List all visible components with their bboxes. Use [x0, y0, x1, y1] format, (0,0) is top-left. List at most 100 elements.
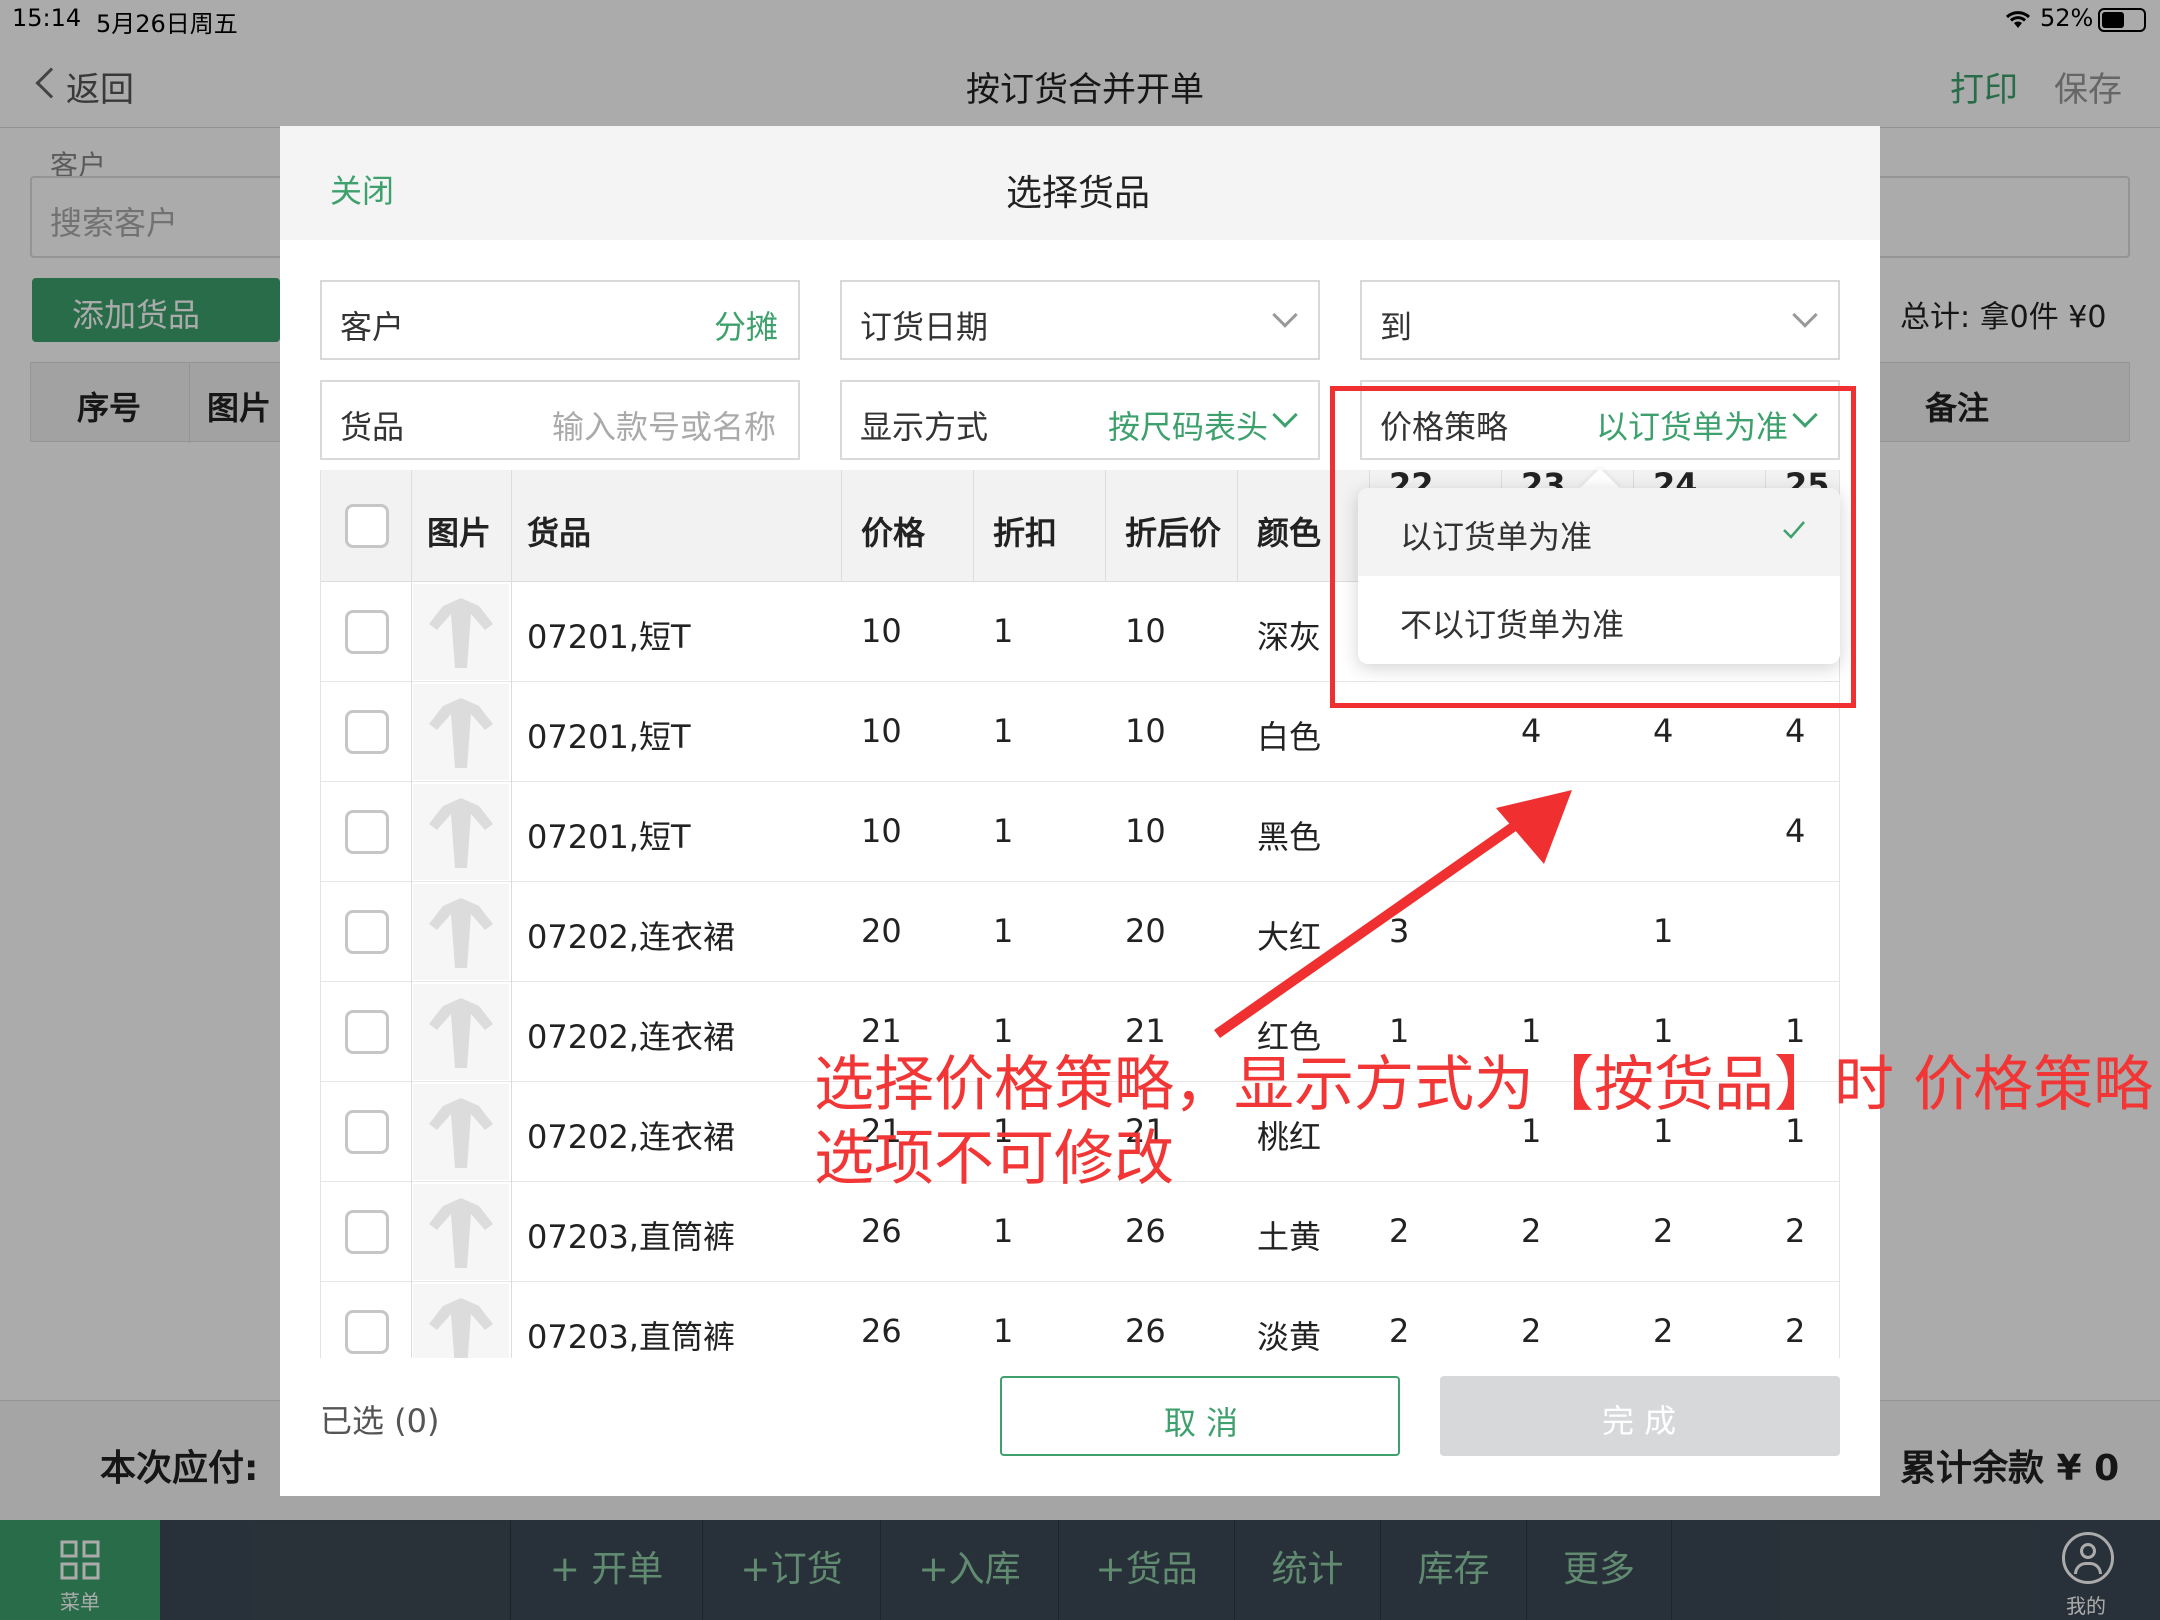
cell-discount: 1: [993, 712, 1014, 750]
modal-header: 关闭 选择货品: [280, 126, 1880, 240]
cell-s24: 1: [1653, 1012, 1674, 1050]
table-row[interactable]: 07201,短T10110黑色94: [321, 782, 1839, 882]
cell-goods: 07203,直筒裤: [527, 1318, 735, 1356]
done-button[interactable]: 完 成: [1440, 1376, 1840, 1456]
cell-s25: 2: [1785, 1312, 1806, 1350]
chevron-down-icon: [1272, 302, 1298, 328]
table-row[interactable]: 07202,连衣裙 20 1 20 大红 3 1: [321, 882, 1839, 982]
order-date-label: 订货日期: [860, 308, 989, 346]
cell-goods: 07201,短T: [527, 618, 691, 656]
product-thumbnail: [413, 784, 509, 880]
tshirt-icon: [429, 1298, 493, 1358]
header-color: 颜色: [1257, 514, 1322, 552]
cell-price: 20: [861, 912, 902, 950]
chevron-down-icon: [1272, 402, 1298, 428]
tshirt-icon: [429, 698, 493, 768]
cell-color: 淡黄: [1257, 1318, 1322, 1356]
cell-s23: 2: [1521, 1312, 1542, 1350]
annotation-line-1: 选择价格策略，显示方式为【按货品】时 价格策略: [814, 1050, 2154, 1120]
done-label: 完 成: [1602, 1402, 1677, 1440]
select-all-checkbox[interactable]: [345, 504, 389, 548]
cell-color: 深灰: [1257, 618, 1322, 656]
cell-final: 20: [1125, 912, 1166, 950]
selected-count: 已选 (0): [320, 1402, 440, 1440]
cell-final: 10: [1125, 812, 1166, 850]
goods-filter-label: 货品: [340, 408, 405, 446]
cell-discount: 1: [993, 612, 1014, 650]
tshirt-icon: [429, 1098, 493, 1168]
cell-price: 10: [861, 712, 902, 750]
cell-s25: 4: [1785, 812, 1806, 850]
product-thumbnail: [413, 1084, 509, 1180]
tshirt-icon: [429, 598, 493, 668]
to-date-label: 到: [1380, 308, 1413, 346]
row-checkbox[interactable]: [345, 1210, 389, 1254]
close-button[interactable]: 关闭: [330, 166, 394, 212]
to-date-select[interactable]: 到: [1360, 280, 1840, 360]
cell-s22: 2: [1389, 1212, 1410, 1250]
display-mode-value: 按尺码表头: [1108, 408, 1269, 446]
row-checkbox[interactable]: [345, 1310, 389, 1354]
cell-price: 26: [861, 1212, 902, 1250]
cell-goods: 07201,短T: [527, 718, 691, 756]
tshirt-icon: [429, 898, 493, 968]
cell-goods: 07202,连衣裙: [527, 1018, 735, 1056]
cell-final: 21: [1125, 1012, 1166, 1050]
row-checkbox[interactable]: [345, 1010, 389, 1054]
order-date-select[interactable]: 订货日期: [840, 280, 1320, 360]
cell-price: 10: [861, 812, 902, 850]
row-checkbox[interactable]: [345, 610, 389, 654]
cell-s24: 2: [1653, 1312, 1674, 1350]
cell-goods: 07202,连衣裙: [527, 1118, 735, 1156]
display-mode-select[interactable]: 显示方式 按尺码表头: [840, 380, 1320, 460]
row-checkbox[interactable]: [345, 910, 389, 954]
cell-final: 10: [1125, 612, 1166, 650]
cell-discount: 1: [993, 812, 1014, 850]
display-mode-label: 显示方式: [860, 408, 989, 446]
cell-discount: 1: [993, 1012, 1014, 1050]
chevron-down-icon: [1792, 302, 1818, 328]
cell-s23: 2: [1521, 1212, 1542, 1250]
cell-s24: 4: [1653, 712, 1674, 750]
split-button[interactable]: 分摊: [714, 302, 778, 348]
cell-color: 白色: [1257, 718, 1322, 756]
modal-title: 选择货品: [1006, 173, 1151, 214]
cancel-label: 取 消: [1164, 1404, 1239, 1442]
cell-s24: 2: [1653, 1212, 1674, 1250]
header-goods: 货品: [527, 514, 592, 552]
cell-price: 21: [861, 1012, 902, 1050]
cell-goods: 07201,短T: [527, 818, 691, 856]
customer-filter[interactable]: 客户 分摊: [320, 280, 800, 360]
cell-goods: 07202,连衣裙: [527, 918, 735, 956]
cell-s25: 4: [1785, 712, 1806, 750]
cancel-button[interactable]: 取 消: [1000, 1376, 1400, 1456]
product-thumbnail: [413, 684, 509, 780]
annotation-highlight-box: [1330, 386, 1856, 708]
tshirt-icon: [429, 998, 493, 1068]
product-thumbnail: [413, 984, 509, 1080]
cell-discount: 1: [993, 912, 1014, 950]
table-row[interactable]: 07203,直筒裤 26 1 26 土黄 2 2 2 2: [321, 1182, 1839, 1282]
table-row[interactable]: 07203,直筒裤 26 1 26 淡黄 2 2 2 2: [321, 1282, 1839, 1358]
row-checkbox[interactable]: [345, 810, 389, 854]
annotation-line-2: 选项不可修改: [814, 1124, 1174, 1194]
tshirt-icon: [429, 798, 493, 868]
cell-s23: 4: [1521, 712, 1542, 750]
row-checkbox[interactable]: [345, 1110, 389, 1154]
header-price: 价格: [861, 514, 926, 552]
row-checkbox[interactable]: [345, 710, 389, 754]
header-final-price: 折后价: [1125, 514, 1222, 552]
cell-price: 26: [861, 1312, 902, 1350]
product-thumbnail: [413, 1284, 509, 1358]
cell-s25: 2: [1785, 1212, 1806, 1250]
cell-s22: 2: [1389, 1312, 1410, 1350]
select-goods-modal: 关闭 选择货品 客户 分摊 订货日期 到 货品 输入款号或名称 显示方式 按尺码…: [280, 126, 1880, 1496]
cell-s25: 1: [1785, 1012, 1806, 1050]
annotation-arrow: [1214, 790, 1572, 1038]
cell-discount: 1: [993, 1212, 1014, 1250]
product-thumbnail: [413, 884, 509, 980]
cell-s24: 1: [1653, 912, 1674, 950]
cell-final: 26: [1125, 1312, 1166, 1350]
cell-color: 土黄: [1257, 1218, 1322, 1256]
goods-search-input[interactable]: 货品 输入款号或名称: [320, 380, 800, 460]
